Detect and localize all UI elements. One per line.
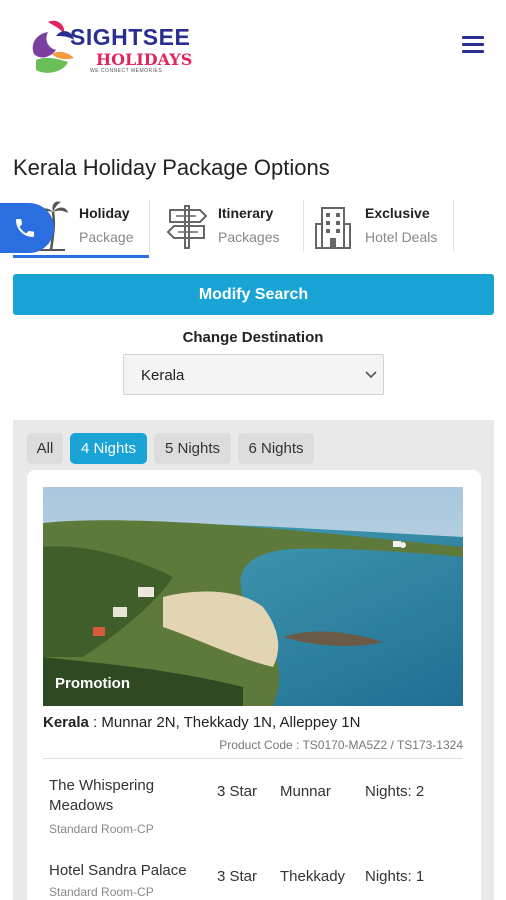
hotel-room-type: Standard Room-CP bbox=[49, 885, 154, 899]
package-state: Kerala bbox=[43, 714, 89, 731]
call-button[interactable] bbox=[0, 203, 54, 253]
hotel-row: The Whispering Meadows Standard Room-CP … bbox=[49, 776, 469, 836]
phone-icon bbox=[16, 219, 34, 237]
hotel-nights: Nights: 1 bbox=[365, 868, 425, 885]
tab-exclusive-subtitle: Hotel Deals bbox=[365, 229, 438, 245]
hotel-name: The Whispering Meadows bbox=[49, 777, 155, 814]
promotion-badge: Promotion bbox=[55, 675, 130, 692]
signpost-icon bbox=[166, 205, 208, 249]
tab-holiday-subtitle: Package bbox=[79, 229, 134, 245]
package-route: Kerala : Munnar 2N, Thekkady 1N, Alleppe… bbox=[43, 714, 360, 731]
filter-6-nights[interactable]: 6 Nights bbox=[238, 433, 314, 464]
divider bbox=[43, 758, 463, 759]
tab-divider bbox=[149, 200, 150, 252]
hotel-building-icon bbox=[315, 207, 351, 249]
tab-itinerary-title: Itinerary bbox=[218, 205, 274, 221]
beach-photo-image bbox=[43, 487, 463, 706]
hotel-city: Munnar bbox=[280, 783, 331, 800]
package-route-text: : Munnar 2N, Thekkady 1N, Alleppey 1N bbox=[88, 714, 361, 731]
tab-exclusive-hotel-deals[interactable]: Exclusive Hotel Deals bbox=[310, 196, 455, 258]
package-card[interactable]: Promotion Kerala : Munnar 2N, Thekkady 1… bbox=[27, 470, 481, 900]
page-title: Kerala Holiday Package Options bbox=[13, 155, 330, 180]
tab-itinerary-packages[interactable]: Itinerary Packages bbox=[160, 196, 300, 258]
destination-selected-value: Kerala bbox=[141, 367, 185, 384]
hotel-star-rating: 3 Star bbox=[217, 783, 258, 800]
tab-divider bbox=[453, 200, 454, 252]
logo-sub-text: HOLIDAYS bbox=[96, 50, 193, 69]
hotel-room-type: Standard Room-CP bbox=[49, 822, 154, 836]
header: SIGHTSEE HOLIDAYS WE CONNECT MEMORIES bbox=[0, 0, 506, 95]
hotel-row: Hotel Sandra Palace Standard Room-CP 3 S… bbox=[49, 861, 469, 900]
filter-all[interactable]: All bbox=[27, 433, 63, 464]
sightsee-holidays-logo[interactable]: SIGHTSEE HOLIDAYS WE CONNECT MEMORIES bbox=[26, 14, 196, 78]
hotel-name: Hotel Sandra Palace bbox=[49, 862, 187, 879]
filter-5-nights[interactable]: 5 Nights bbox=[154, 433, 231, 464]
tab-itinerary-subtitle: Packages bbox=[218, 229, 280, 245]
results-panel: All 4 Nights 5 Nights 6 Nights Promotion… bbox=[13, 420, 494, 900]
chevron-down-icon bbox=[365, 371, 377, 379]
modify-search-button[interactable]: Modify Search bbox=[13, 274, 494, 315]
hotel-nights: Nights: 2 bbox=[365, 783, 425, 800]
hotel-city: Thekkady bbox=[280, 868, 346, 885]
tab-holiday-title: Holiday bbox=[79, 205, 130, 221]
filter-4-nights[interactable]: 4 Nights bbox=[70, 433, 147, 464]
logo-brand-text: SIGHTSEE bbox=[70, 24, 191, 50]
tab-exclusive-title: Exclusive bbox=[365, 205, 430, 221]
hamburger-menu-icon[interactable] bbox=[462, 36, 484, 54]
product-code: Product Code : TS0170-MA5Z2 / TS173-1324 bbox=[219, 738, 463, 752]
package-type-tabs: Holiday Package Itinerary Packages Exclu… bbox=[0, 196, 506, 260]
package-photo[interactable]: Promotion bbox=[43, 487, 463, 706]
hotel-star-rating: 3 Star bbox=[217, 868, 258, 885]
tab-divider bbox=[303, 200, 304, 252]
logo-tagline: WE CONNECT MEMORIES bbox=[90, 68, 163, 74]
change-destination-label: Change Destination bbox=[182, 329, 324, 346]
destination-select[interactable]: Kerala bbox=[123, 354, 384, 395]
